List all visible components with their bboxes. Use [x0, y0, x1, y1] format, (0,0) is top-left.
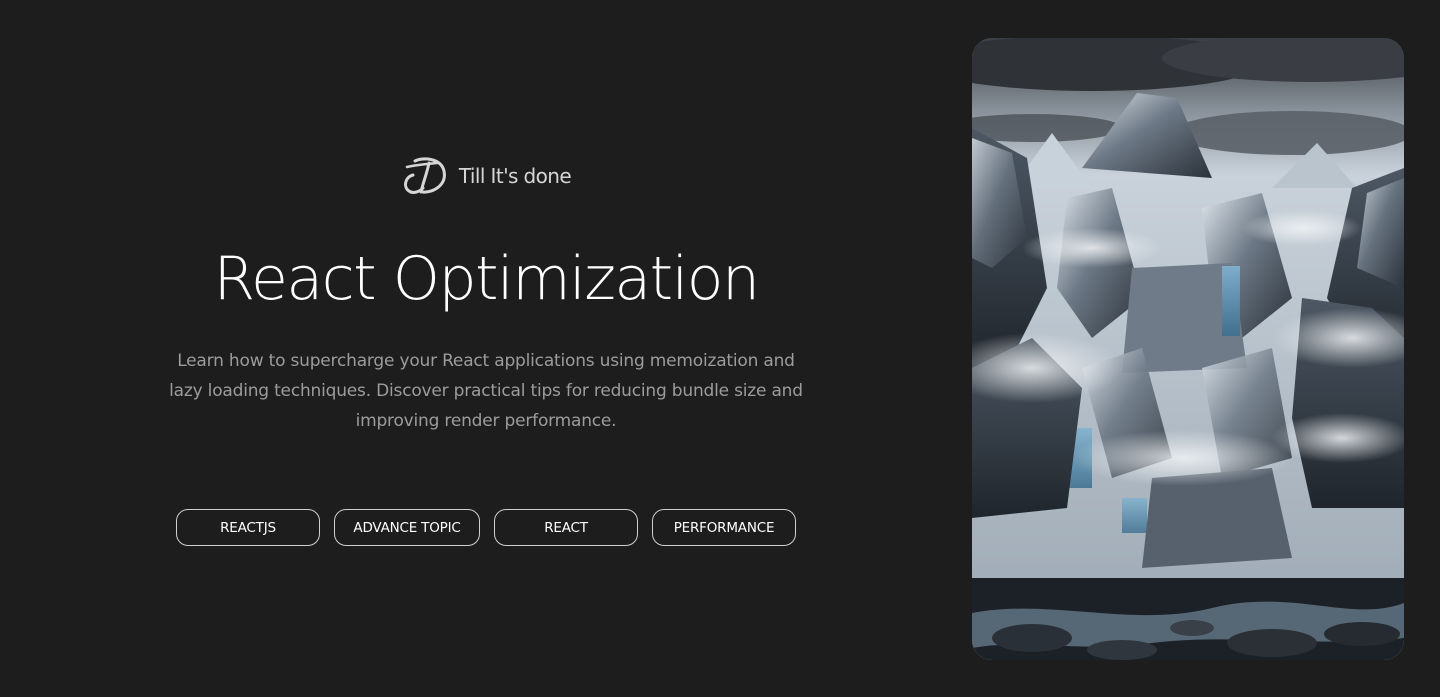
tag-list: REACTJS ADVANCE TOPIC REACT PERFORMANCE: [176, 509, 796, 546]
tag-performance[interactable]: PERFORMANCE: [652, 509, 796, 546]
page-title: React Optimization: [213, 244, 760, 314]
hero-content: Till It's done React Optimization Learn …: [150, 0, 822, 697]
tag-react[interactable]: REACT: [494, 509, 638, 546]
brand[interactable]: Till It's done: [150, 155, 822, 197]
brand-name: Till It's done: [458, 164, 572, 188]
hero-illustration: [972, 38, 1404, 660]
hero-description: Learn how to supercharge your React appl…: [169, 351, 803, 431]
mountain-canyon-image: [972, 38, 1404, 660]
tag-advance-topic[interactable]: ADVANCE TOPIC: [334, 509, 480, 546]
tag-reactjs[interactable]: REACTJS: [176, 509, 320, 546]
post-hero-page: Till It's done React Optimization Learn …: [0, 0, 1440, 697]
td-monogram-logo-icon: [403, 157, 446, 194]
